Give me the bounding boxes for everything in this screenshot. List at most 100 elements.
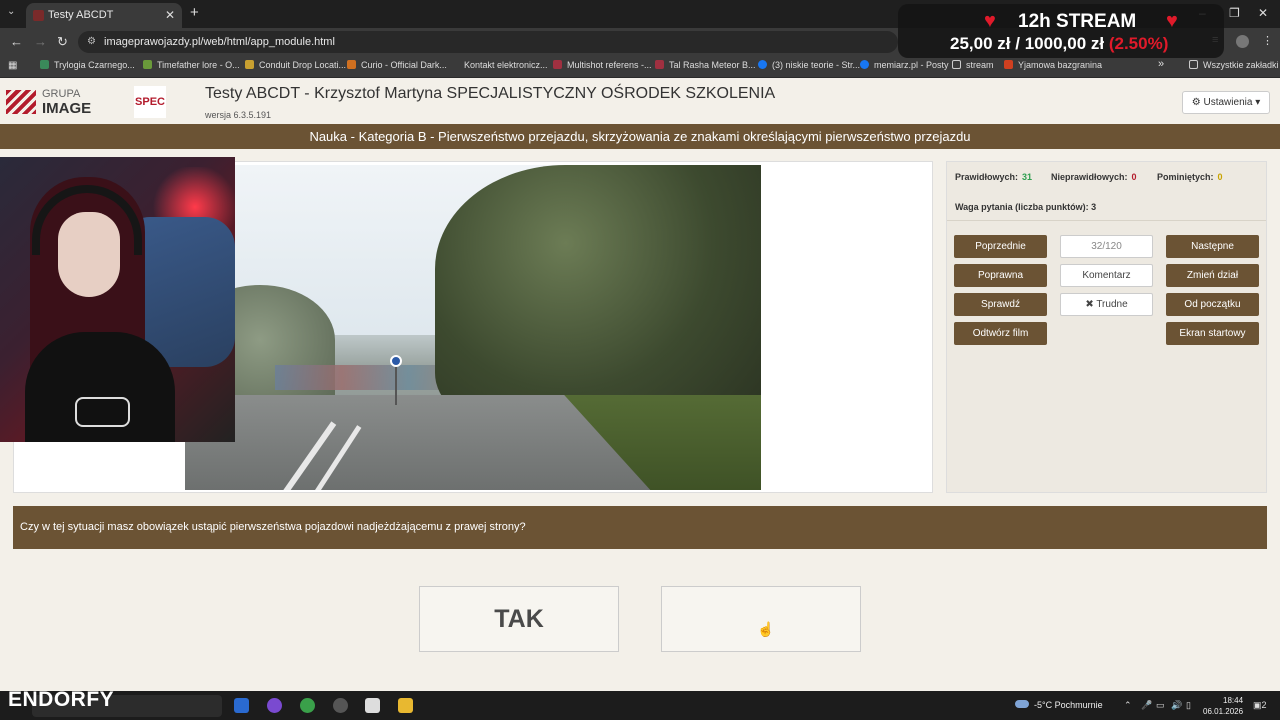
url-text: imageprawojazdy.pl/web/html/app_module.h…: [104, 36, 335, 48]
microphone-icon[interactable]: 🎤: [1141, 700, 1152, 711]
restart-button[interactable]: Od początku: [1166, 293, 1259, 316]
chrome-icon[interactable]: [300, 698, 315, 713]
stream-overlay: ♥ 12h STREAM ♥ 25,00 zł / 1000,00 zł (2.…: [898, 4, 1224, 58]
bookmark-favicon-icon: [143, 60, 152, 69]
facebook-icon: [758, 60, 767, 69]
app-version: wersja 6.3.5.191: [205, 110, 272, 120]
all-bookmarks-folder[interactable]: Wszystkie zakładki: [1189, 60, 1279, 70]
shirt-print: [75, 397, 130, 427]
next-button[interactable]: Następne: [1166, 235, 1259, 258]
facebook-icon: [860, 60, 869, 69]
hand-cursor-icon: ☝: [757, 621, 775, 637]
back-arrow-icon[interactable]: ←: [10, 34, 23, 49]
bookmark-item[interactable]: Curio - Official Dark...: [347, 60, 447, 70]
webcam-overlay: [0, 157, 235, 442]
bookmark-item[interactable]: (3) niskie teorie - Str...: [758, 60, 860, 70]
previous-button[interactable]: Poprzednie: [954, 235, 1047, 258]
more-bookmarks-chevron-icon[interactable]: »: [1158, 58, 1164, 70]
discord-icon[interactable]: [267, 698, 282, 713]
spec-logo: SPEC: [134, 86, 166, 118]
correct-count: Prawidłowych: 31: [955, 172, 1033, 182]
donation-goal: 1000,00 zł: [1024, 34, 1105, 53]
bookmark-item[interactable]: Multishot referens -...: [553, 60, 652, 70]
question-counter: 32/120: [1060, 235, 1153, 258]
bookmark-favicon-icon: [245, 60, 254, 69]
caret-down-icon: ▾: [1255, 97, 1261, 108]
bookmark-favicon-icon: [655, 60, 664, 69]
network-icon[interactable]: ▭: [1156, 700, 1165, 711]
play-film-button[interactable]: Odtwórz film: [954, 322, 1047, 345]
bookmark-item[interactable]: Yjamowa bazgranina: [1004, 60, 1102, 70]
new-tab-plus-icon[interactable]: +: [190, 4, 199, 21]
skipped-count: Pominiętych: 0: [1157, 172, 1223, 182]
bookmark-item[interactable]: Conduit Drop Locati...: [245, 60, 346, 70]
start-screen-button[interactable]: Ekran startowy: [1166, 322, 1259, 345]
bookmark-favicon-icon: [40, 60, 49, 69]
heart-icon: ♥: [1166, 10, 1178, 32]
gears-icon: ⚙: [1191, 97, 1201, 108]
app-icon[interactable]: [365, 698, 380, 713]
cloud-icon: [1015, 700, 1029, 708]
obs-icon[interactable]: [333, 698, 348, 713]
url-field[interactable]: ⚙ imageprawojazdy.pl/web/html/app_module…: [78, 31, 898, 53]
logo-stripes-icon: [6, 90, 36, 114]
bookmark-folder[interactable]: stream: [952, 60, 994, 70]
hard-toggle-button[interactable]: ✖ Trudne: [1060, 293, 1153, 316]
bookmark-item[interactable]: Trylogia Czarnego...: [40, 60, 135, 70]
tab-favicon-icon: [33, 10, 44, 21]
system-clock[interactable]: 18:44 06.01.2026: [1203, 695, 1243, 717]
check-button[interactable]: Sprawdź: [954, 293, 1047, 316]
site-info-icon[interactable]: ⚙: [87, 31, 96, 53]
heart-icon: ♥: [984, 10, 996, 32]
close-window-icon[interactable]: ✕: [1258, 6, 1268, 20]
endorfy-watermark: ENDORFY: [8, 688, 115, 711]
donation-raised: 25,00 zł: [950, 34, 1011, 53]
restore-icon[interactable]: ❐: [1229, 6, 1240, 20]
correct-answer-button[interactable]: Poprawna: [954, 264, 1047, 287]
bookmark-favicon-icon: [347, 60, 356, 69]
question-text: Czy w tej sytuacji masz obowiązek ustąpi…: [13, 506, 1267, 549]
roundabout-sign-icon: [390, 355, 402, 367]
bookmark-item[interactable]: Timefather lore - O...: [143, 60, 240, 70]
donation-separator: /: [1015, 34, 1020, 53]
reload-icon[interactable]: ↻: [57, 34, 68, 50]
stats-divider: [947, 220, 1266, 221]
tab-title: Testy ABCDT: [48, 9, 114, 21]
folder-icon: [952, 60, 961, 69]
notifications-icon[interactable]: ▣2: [1253, 700, 1267, 711]
question-weight: Waga pytania (liczba punktów): 3: [955, 202, 1097, 212]
copilot-icon[interactable]: [234, 698, 249, 713]
question-video[interactable]: [185, 165, 761, 490]
folder-icon: [1189, 60, 1198, 69]
battery-icon[interactable]: ▯: [1186, 700, 1191, 711]
category-banner: Nauka - Kategoria B - Pierwszeństwo prze…: [0, 124, 1280, 149]
browser-tab[interactable]: Testy ABCDT ✕: [26, 3, 182, 28]
answer-no-button[interactable]: [661, 586, 861, 652]
wrong-count: Nieprawidłowych: 0: [1051, 172, 1137, 182]
weather-widget[interactable]: -5°C Pochmurnie: [1015, 700, 1103, 710]
tab-close-icon[interactable]: ✕: [165, 3, 175, 28]
stream-title: 12h STREAM: [1018, 11, 1137, 32]
forward-arrow-icon[interactable]: →: [34, 34, 47, 49]
comment-button[interactable]: Komentarz: [1060, 264, 1153, 287]
tab-list-chevron-icon[interactable]: ⌄: [7, 6, 15, 17]
bookmark-favicon-icon: [450, 60, 459, 69]
notification-count: 2: [1261, 700, 1267, 710]
file-explorer-icon[interactable]: [398, 698, 413, 713]
bookmark-favicon-icon: [1004, 60, 1013, 69]
video-trees: [435, 165, 761, 425]
answer-yes-button[interactable]: TAK: [419, 586, 619, 652]
change-section-button[interactable]: Zmień dział: [1166, 264, 1259, 287]
bookmark-favicon-icon: [553, 60, 562, 69]
profile-avatar[interactable]: [1236, 35, 1249, 48]
page-title: Testy ABCDT - Krzysztof Martyna SPECJALI…: [205, 85, 776, 102]
tray-chevron-icon[interactable]: ⌃: [1124, 700, 1132, 711]
settings-dropdown[interactable]: ⚙ Ustawienia ▾: [1182, 91, 1270, 114]
bookmark-item[interactable]: Kontakt elektronicz...: [450, 60, 548, 70]
kebab-menu-icon[interactable]: ⋮: [1262, 34, 1273, 47]
bookmark-item[interactable]: Tal Rasha Meteor B...: [655, 60, 756, 70]
bookmarks-bar: ▦ Trylogia Czarnego... Timefather lore -…: [0, 56, 1280, 78]
bookmark-item[interactable]: memiarz.pl - Posty: [860, 60, 949, 70]
volume-icon[interactable]: 🔊: [1171, 700, 1182, 711]
apps-grid-icon[interactable]: ▦: [8, 60, 17, 71]
